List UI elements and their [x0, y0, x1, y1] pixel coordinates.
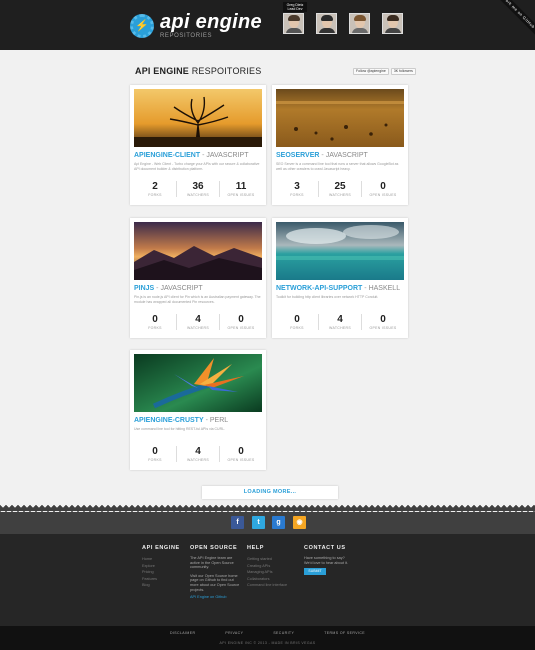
logo-subtitle: REPOSITORIES: [160, 33, 213, 39]
watchers-count: 4: [195, 446, 201, 457]
gear-logo-icon: ⚡: [130, 13, 154, 38]
repo-card[interactable]: SEOSERVER - JAVASCRIPT SEO Server is a c…: [272, 85, 408, 205]
issues-count: 0: [238, 314, 244, 325]
repo-image: [134, 222, 262, 280]
load-more-button[interactable]: LOADING MORE...: [202, 486, 338, 499]
avatar[interactable]: [382, 13, 403, 34]
repo-description: Api Engine - Web Client - Turbo charge y…: [134, 162, 260, 171]
rss-icon[interactable]: ◉: [293, 516, 306, 529]
legal-links: DISCLAIMER PRIVACY SECURITY TERMS OF SER…: [0, 631, 535, 635]
issues-count: 0: [380, 181, 386, 192]
facebook-icon[interactable]: f: [231, 516, 244, 529]
repo-stats: 0 FORKS 4 WATCHERS 0 OPEN ISSUES: [134, 446, 262, 462]
issues-count: 0: [238, 446, 244, 457]
footer-link[interactable]: Blog: [142, 582, 180, 589]
forks-count: 2: [152, 181, 158, 192]
avatar[interactable]: [283, 13, 304, 34]
watchers-count: 4: [195, 314, 201, 325]
repo-description: Toolkit for building http client librari…: [276, 295, 379, 299]
repo-language: JAVASCRIPT: [206, 152, 249, 159]
repo-stats: 0 FORKS 4 WATCHERS 0 OPEN ISSUES: [276, 314, 404, 330]
watchers-count: 4: [337, 314, 343, 325]
issues-count: 11: [235, 181, 247, 192]
forks-count: 0: [152, 446, 158, 457]
twitter-follow-button[interactable]: Follow @apiengine: [353, 68, 389, 75]
footer-link[interactable]: Command line interface: [247, 582, 287, 589]
twitter-icon[interactable]: t: [252, 516, 265, 529]
repo-card[interactable]: PINJS - JAVASCRIPT Pin.js is an node.js …: [130, 218, 266, 338]
zigzag-divider: [0, 505, 535, 512]
page-title: API ENGINE RESPOITORIES: [135, 66, 262, 76]
repo-image: [134, 89, 262, 147]
social-bar: [0, 510, 535, 534]
copyright: API ENGINE INC © 2013 - MADE IN BRIS VEG…: [219, 641, 316, 645]
avatar[interactable]: [349, 13, 370, 34]
avatar-tooltip: Greg Dietz Lead Dev: [283, 2, 307, 12]
repo-language: JAVASCRIPT: [160, 285, 203, 292]
repo-language: PERL: [209, 417, 229, 424]
repo-description: SEO Server is a command line tool that r…: [276, 162, 399, 171]
repo-image: [134, 354, 262, 412]
repo-name[interactable]: NETWORK-API-SUPPORT: [276, 285, 362, 292]
repo-stats: 0 FORKS 4 WATCHERS 0 OPEN ISSUES: [134, 314, 262, 330]
repo-language: JAVASCRIPT: [325, 152, 368, 159]
repo-card[interactable]: APIENGINE-CLIENT - JAVASCRIPT Api Engine…: [130, 85, 266, 205]
repo-image: [276, 89, 404, 147]
repo-card[interactable]: NETWORK-API-SUPPORT - HASKELL Toolkit fo…: [272, 218, 408, 338]
repo-description: Pin.js is an node.js API client for Pin …: [134, 295, 261, 304]
repo-description: Use command line tool for hitting REST-f…: [134, 427, 226, 431]
github-ribbon[interactable]: Fork me on GitHub: [494, 0, 535, 38]
disclaimer-link[interactable]: DISCLAIMER: [170, 631, 195, 635]
team-avatars: [283, 13, 403, 34]
footer-col-opensource: OPEN SOURCE The API Engine team are acti…: [190, 545, 240, 601]
terms-link[interactable]: TERMS OF SERVICE: [324, 631, 365, 635]
footer-col-contact: CONTACT US Have something to say? We'd l…: [304, 545, 348, 576]
logo-title: api engine: [160, 11, 262, 33]
privacy-link[interactable]: PRIVACY: [225, 631, 243, 635]
repo-name[interactable]: APIENGINE-CRUSTY: [134, 417, 204, 424]
followers-count: 3K followers: [390, 68, 416, 75]
watchers-count: 25: [334, 181, 346, 192]
repo-name[interactable]: PINJS: [134, 285, 154, 292]
avatar[interactable]: [316, 13, 337, 34]
repo-name[interactable]: APIENGINE-CLIENT: [134, 152, 200, 159]
watchers-count: 36: [192, 181, 204, 192]
submit-button[interactable]: SUBMIT: [304, 568, 326, 576]
repo-name[interactable]: SEOSERVER: [276, 152, 319, 159]
bottom-bar: [0, 626, 535, 650]
issues-count: 0: [380, 314, 386, 325]
repo-language: HASKELL: [368, 285, 401, 292]
site-header: ⚡ api engine REPOSITORIES Greg Dietz Lea…: [0, 0, 535, 50]
security-link[interactable]: SECURITY: [273, 631, 294, 635]
logo[interactable]: ⚡ api engine REPOSITORIES: [130, 12, 262, 39]
github-link[interactable]: API Engine on Github: [190, 594, 240, 601]
repo-card[interactable]: APIENGINE-CRUSTY - PERL Use command line…: [130, 350, 266, 470]
repo-stats: 3 FORKS 25 WATCHERS 0 OPEN ISSUES: [276, 181, 404, 197]
googleplus-icon[interactable]: g: [272, 516, 285, 529]
footer-col-apiengine: API ENGINE Home Explore Pricing Features…: [142, 545, 180, 589]
forks-count: 3: [294, 181, 300, 192]
forks-count: 0: [152, 314, 158, 325]
social-buttons: Follow @apiengine 3K followers: [353, 68, 416, 75]
repo-image: [276, 222, 404, 280]
forks-count: 0: [294, 314, 300, 325]
repo-stats: 2 FORKS 36 WATCHERS 11 OPEN ISSUES: [134, 181, 262, 197]
footer-col-help: HELP Getting started Creating APIs Manag…: [247, 545, 288, 589]
